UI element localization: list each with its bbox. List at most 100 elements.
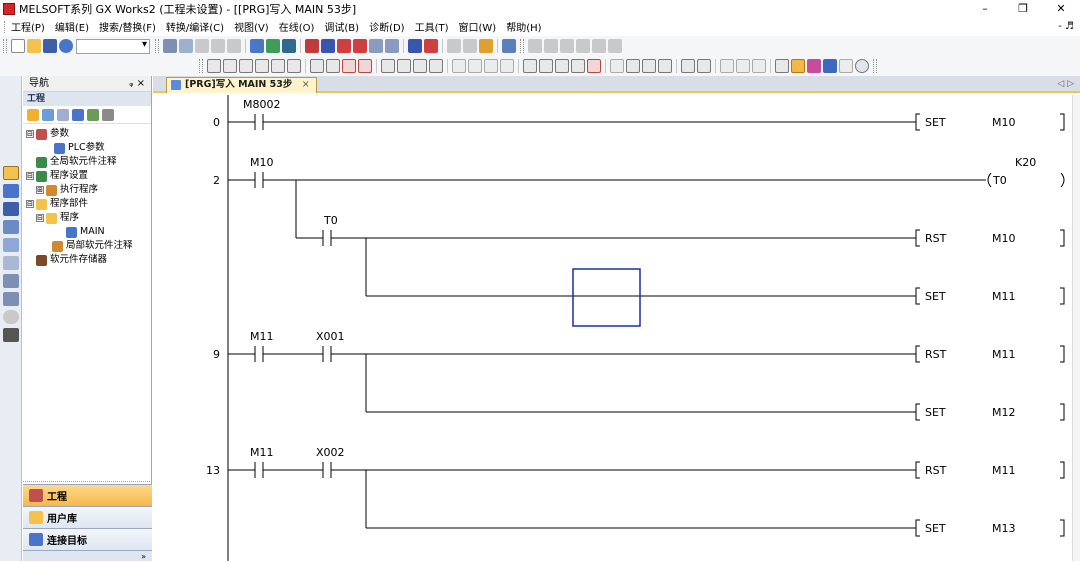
open-branch-icon[interactable]	[223, 59, 237, 73]
rising-pulse-icon[interactable]	[381, 59, 395, 73]
pulse-close-icon[interactable]	[452, 59, 466, 73]
convert-all-icon[interactable]	[642, 59, 656, 73]
horizontal-line-icon[interactable]	[310, 59, 324, 73]
diagnostics-icon[interactable]	[479, 39, 493, 53]
window-tile-icon[interactable]	[502, 39, 516, 53]
tab-close-icon[interactable]: ×	[302, 79, 310, 90]
more-tabs-button[interactable]: »	[23, 550, 152, 561]
new-file-icon[interactable]	[11, 39, 25, 53]
filter-icon[interactable]	[102, 108, 114, 121]
tree-node-parameter[interactable]: ⊟ 参数	[23, 127, 151, 141]
monitor-start-icon[interactable]	[353, 39, 367, 53]
find-instruction-icon[interactable]	[266, 39, 280, 53]
properties-icon[interactable]	[72, 108, 84, 121]
note-display-icon[interactable]	[560, 39, 574, 53]
open-contact-icon[interactable]	[207, 59, 221, 73]
tree-node-global-comment[interactable]: 全局软元件注释	[23, 155, 151, 169]
application-instruction-icon[interactable]	[287, 59, 301, 73]
vertical-line-icon[interactable]	[326, 59, 340, 73]
simulation-start-icon[interactable]	[408, 39, 422, 53]
menu-edit[interactable]: 编辑(E)	[55, 19, 89, 34]
find-device-icon[interactable]	[250, 39, 264, 53]
f10-delete-icon[interactable]	[587, 59, 601, 73]
tree-node-program-setting[interactable]: ⊟ 程序设置	[23, 169, 151, 183]
tab-connection-destination[interactable]: 连接目标	[23, 528, 152, 550]
restore-button[interactable]: ❐	[1004, 0, 1042, 18]
device-register-icon[interactable]	[463, 39, 477, 53]
label-display-icon[interactable]	[608, 39, 622, 53]
mdi-controls[interactable]: - ♬	[1058, 18, 1074, 35]
collapse-icon[interactable]: ⊟	[26, 130, 34, 138]
cut-icon[interactable]	[163, 39, 177, 53]
tab-scroll-arrows[interactable]: ◁ ▷	[1057, 76, 1074, 92]
open-folder-icon[interactable]	[27, 39, 41, 53]
inline-st-icon[interactable]	[610, 59, 624, 73]
pulse-close-branch-icon[interactable]	[468, 59, 482, 73]
save-icon[interactable]	[43, 39, 57, 53]
menu-convert[interactable]: 转换/编译(C)	[166, 19, 224, 34]
statement-display-icon[interactable]	[544, 39, 558, 53]
navigation-dock-icon[interactable]	[3, 166, 19, 180]
operation-result-fall-icon[interactable]	[539, 59, 553, 73]
find-dock-icon[interactable]	[3, 274, 19, 288]
contact-m8002[interactable]	[228, 114, 916, 130]
alias-display-icon[interactable]	[576, 39, 590, 53]
invert-icon[interactable]	[555, 59, 569, 73]
tree-node-plc-parameter[interactable]: PLC参数	[23, 141, 151, 155]
label-edit-icon[interactable]	[736, 59, 750, 73]
pulse-open-icon[interactable]	[484, 59, 498, 73]
zoom-in-icon[interactable]	[839, 59, 853, 73]
open-data-icon[interactable]	[42, 108, 54, 121]
tab-main-program[interactable]: [PRG]写入 MAIN 53步 ×	[166, 77, 317, 93]
f10-line-icon[interactable]	[571, 59, 585, 73]
write-mode-icon[interactable]	[775, 59, 789, 73]
monitor-stop-icon[interactable]	[369, 39, 383, 53]
find-contact-icon[interactable]	[282, 39, 296, 53]
output-dock-icon[interactable]	[3, 202, 19, 216]
refresh-icon[interactable]	[87, 108, 99, 121]
convert-icon[interactable]	[626, 59, 640, 73]
menu-window[interactable]: 窗口(W)	[459, 19, 497, 34]
watch-dock-icon[interactable]	[3, 256, 19, 270]
menu-project[interactable]: 工程(P)	[11, 19, 45, 34]
ladder-diagram[interactable]: 0 M8002 SET M10 2 M10 T0 K20 T0 RST M10 …	[153, 95, 1080, 561]
menu-diagnostics[interactable]: 诊断(D)	[369, 19, 405, 34]
tree-node-main[interactable]: MAIN	[23, 225, 151, 239]
collapse-icon[interactable]: ⊟	[26, 200, 34, 208]
minimize-button[interactable]: –	[966, 0, 1004, 18]
cross-reference-dock-icon[interactable]	[3, 220, 19, 234]
collapse-icon[interactable]: ⊟	[36, 214, 44, 222]
help-icon[interactable]	[59, 39, 73, 53]
pulse-open-branch-icon[interactable]	[500, 59, 514, 73]
tree-node-pou[interactable]: ⊟ 程序部件	[23, 197, 151, 211]
falling-pulse-branch-icon[interactable]	[429, 59, 443, 73]
progress-dock-icon[interactable]	[3, 292, 19, 306]
falling-pulse-icon[interactable]	[397, 59, 411, 73]
search-icon[interactable]	[855, 59, 869, 73]
contact-t0[interactable]	[296, 230, 916, 246]
expand-icon[interactable]: ⊞	[36, 186, 44, 194]
comment-edit-icon[interactable]	[681, 59, 695, 73]
monitor-mode-icon[interactable]	[807, 59, 821, 73]
monitor-write-icon[interactable]	[385, 39, 399, 53]
pin-close-controls[interactable]: ᵩ ×	[129, 76, 145, 92]
tree-node-local-comment[interactable]: 局部软元件注释	[23, 239, 151, 253]
device-list-dock-icon[interactable]	[3, 238, 19, 252]
contact-x001[interactable]	[322, 346, 916, 362]
comment-display-icon[interactable]	[528, 39, 542, 53]
tab-user-library[interactable]: 用户库	[23, 506, 152, 528]
redo-icon[interactable]	[227, 39, 241, 53]
menu-find-replace[interactable]: 搜索/替换(F)	[99, 19, 156, 34]
binoculars-icon[interactable]	[3, 328, 19, 342]
data-list-icon[interactable]	[57, 108, 69, 121]
close-button[interactable]: ✕	[1042, 0, 1080, 18]
contact-x002[interactable]	[322, 462, 916, 478]
read-plc-icon[interactable]	[321, 39, 335, 53]
close-contact-icon[interactable]	[239, 59, 253, 73]
menu-help[interactable]: 帮助(H)	[506, 19, 541, 34]
note-edit-icon[interactable]	[720, 59, 734, 73]
copy-icon[interactable]	[179, 39, 193, 53]
write-plc-icon[interactable]	[305, 39, 319, 53]
monitor-write-mode-icon[interactable]	[823, 59, 837, 73]
device-edit-icon[interactable]	[752, 59, 766, 73]
